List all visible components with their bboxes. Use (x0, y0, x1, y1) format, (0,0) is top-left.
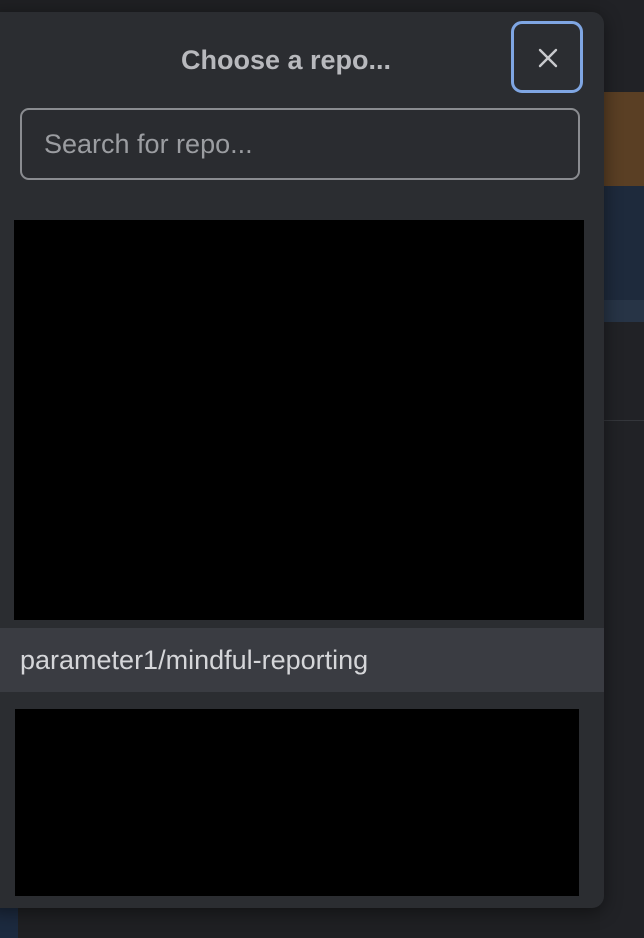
search-input[interactable] (20, 108, 580, 180)
redacted-content (15, 709, 579, 896)
background-left-strip (0, 905, 18, 938)
repo-list-item[interactable]: parameter1/mindful-reporting (0, 628, 604, 692)
redacted-content (14, 220, 584, 620)
repo-chooser-modal: Choose a repo... parameter1/mindful-repo… (0, 12, 604, 908)
background-divider (600, 420, 644, 421)
modal-title: Choose a repo... (180, 45, 392, 75)
background-orange-region (600, 92, 644, 186)
close-button[interactable] (511, 21, 583, 93)
repo-item-label: parameter1/mindful-reporting (20, 645, 369, 675)
background-blue-region (600, 186, 644, 300)
close-icon (538, 48, 558, 68)
background-blue-strip (600, 300, 644, 322)
